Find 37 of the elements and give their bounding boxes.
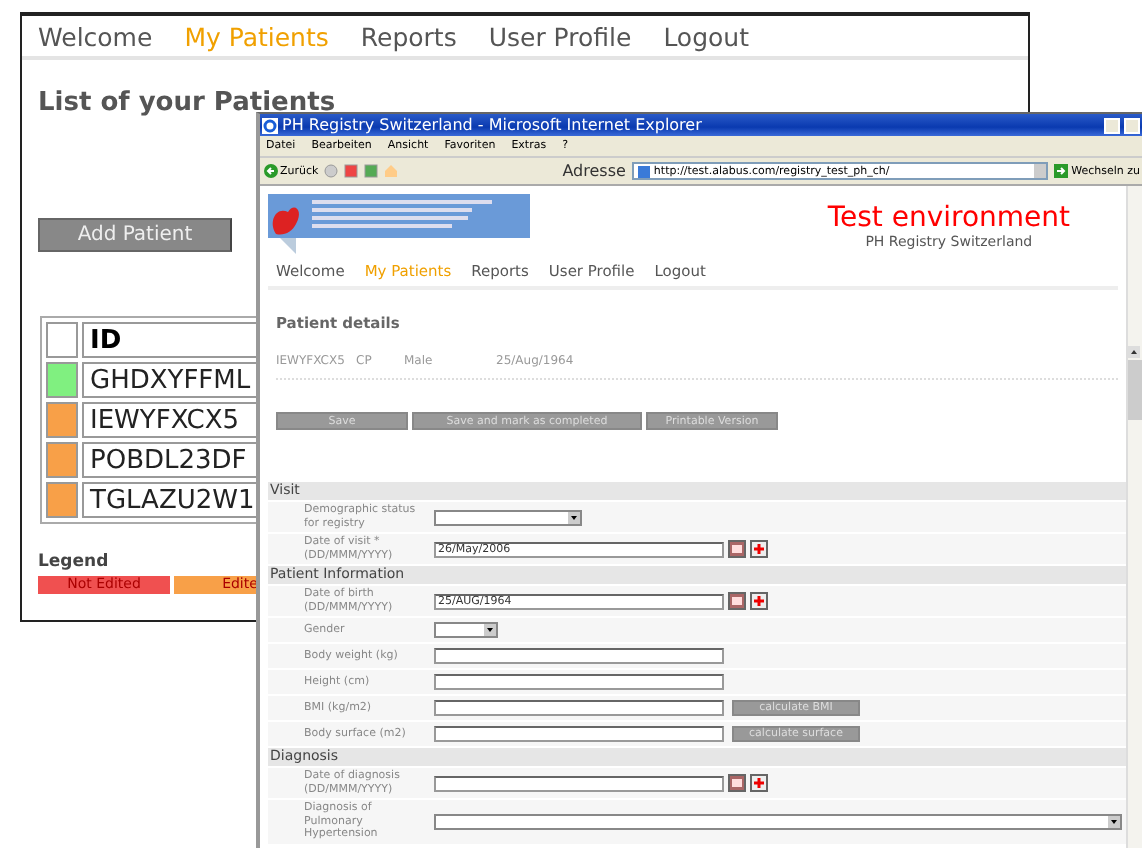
calendar-icon[interactable] <box>728 540 746 558</box>
page-icon <box>637 165 650 177</box>
clear-date-icon[interactable] <box>750 540 768 558</box>
back-arrow-icon <box>264 164 278 178</box>
clear-date-icon[interactable] <box>750 592 768 610</box>
clear-date-icon[interactable] <box>750 774 768 792</box>
dropdown-field[interactable] <box>434 813 1122 830</box>
date-field[interactable] <box>434 775 724 791</box>
input-field[interactable] <box>434 700 724 716</box>
window-title: PH Registry Switzerland - Microsoft Internet Explorer <box>282 116 704 134</box>
dropdown-arrow-icon <box>1108 815 1120 828</box>
refresh-icon <box>364 164 379 178</box>
calendar-icon[interactable] <box>728 592 746 610</box>
input-field[interactable] <box>434 726 724 742</box>
calendar-icon[interactable] <box>728 774 746 792</box>
go-arrow-icon <box>1053 164 1068 178</box>
dropdown-arrow-icon <box>568 511 580 523</box>
browser-icon <box>262 117 278 133</box>
legend-title: Legend <box>38 552 109 572</box>
input-field[interactable] <box>434 648 724 664</box>
dropdown-field[interactable] <box>434 622 498 638</box>
input-field[interactable] <box>434 674 724 690</box>
dropdown-field[interactable] <box>434 509 582 525</box>
minimize-icon[interactable] <box>1104 117 1120 133</box>
nav-link[interactable]: Reports <box>360 21 457 51</box>
address-label: Adresse <box>562 162 626 180</box>
dropdown-arrow-icon <box>484 624 496 636</box>
nav-link[interactable]: Welcome <box>38 21 153 51</box>
nav-link[interactable]: Logout <box>663 21 749 51</box>
environment-title: Test environment <box>827 204 1070 234</box>
stop-icon <box>344 164 359 178</box>
scrollbar-thumb[interactable] <box>1128 360 1142 420</box>
table-header-cell <box>46 322 78 358</box>
maximize-icon[interactable] <box>1124 117 1140 133</box>
home-icon <box>384 164 399 178</box>
page-heading: List of your Patients <box>38 88 336 118</box>
nav-link[interactable]: User Profile <box>488 21 632 51</box>
